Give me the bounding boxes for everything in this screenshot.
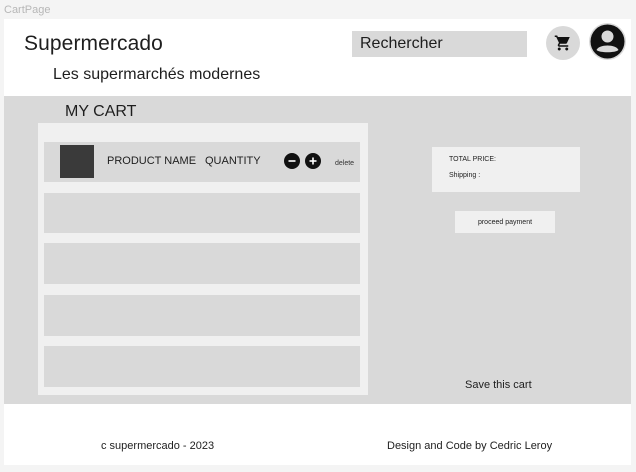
user-account-icon	[590, 24, 625, 59]
cart-item-placeholder	[44, 295, 360, 336]
plus-icon	[309, 157, 317, 165]
cart-page: Supermercado Les supermarchés modernes R…	[4, 19, 631, 465]
brand-title[interactable]: Supermercado	[24, 32, 163, 56]
frame-label: CartPage	[4, 4, 51, 16]
total-price-label: TOTAL PRICE:	[449, 156, 496, 163]
shipping-label: Shipping :	[449, 172, 481, 179]
cart-heading: MY CART	[65, 103, 137, 120]
decrease-quantity-button[interactable]	[284, 153, 300, 169]
user-account-button[interactable]	[589, 23, 626, 60]
cart-item-row: PRODUCT NAME QUANTITY delete	[44, 142, 360, 182]
proceed-payment-button[interactable]: proceed payment	[455, 211, 555, 233]
cart-item-placeholder	[44, 243, 360, 284]
search-input[interactable]: Rechercher	[352, 31, 527, 57]
footer-copyright: c supermercado - 2023	[101, 440, 215, 452]
delete-item-link[interactable]: delete	[335, 160, 354, 167]
shopping-cart-icon	[554, 35, 570, 51]
increase-quantity-button[interactable]	[305, 153, 321, 169]
cart-button[interactable]	[546, 26, 580, 60]
save-cart-link[interactable]: Save this cart	[465, 379, 532, 391]
product-thumbnail	[60, 145, 94, 178]
quantity-label: QUANTITY	[205, 155, 261, 167]
cart-item-placeholder	[44, 346, 360, 387]
cart-item-placeholder	[44, 193, 360, 233]
cart-items-panel: PRODUCT NAME QUANTITY delete	[38, 123, 368, 395]
footer-credit: Design and Code by Cedric Leroy	[387, 440, 553, 452]
minus-icon	[288, 160, 296, 162]
brand-tagline: Les supermarchés modernes	[53, 66, 261, 83]
order-summary-box: TOTAL PRICE: Shipping :	[432, 147, 580, 192]
product-name: PRODUCT NAME	[107, 155, 197, 167]
cart-section: MY CART PRODUCT NAME QUANTITY delete TOT…	[4, 96, 631, 404]
